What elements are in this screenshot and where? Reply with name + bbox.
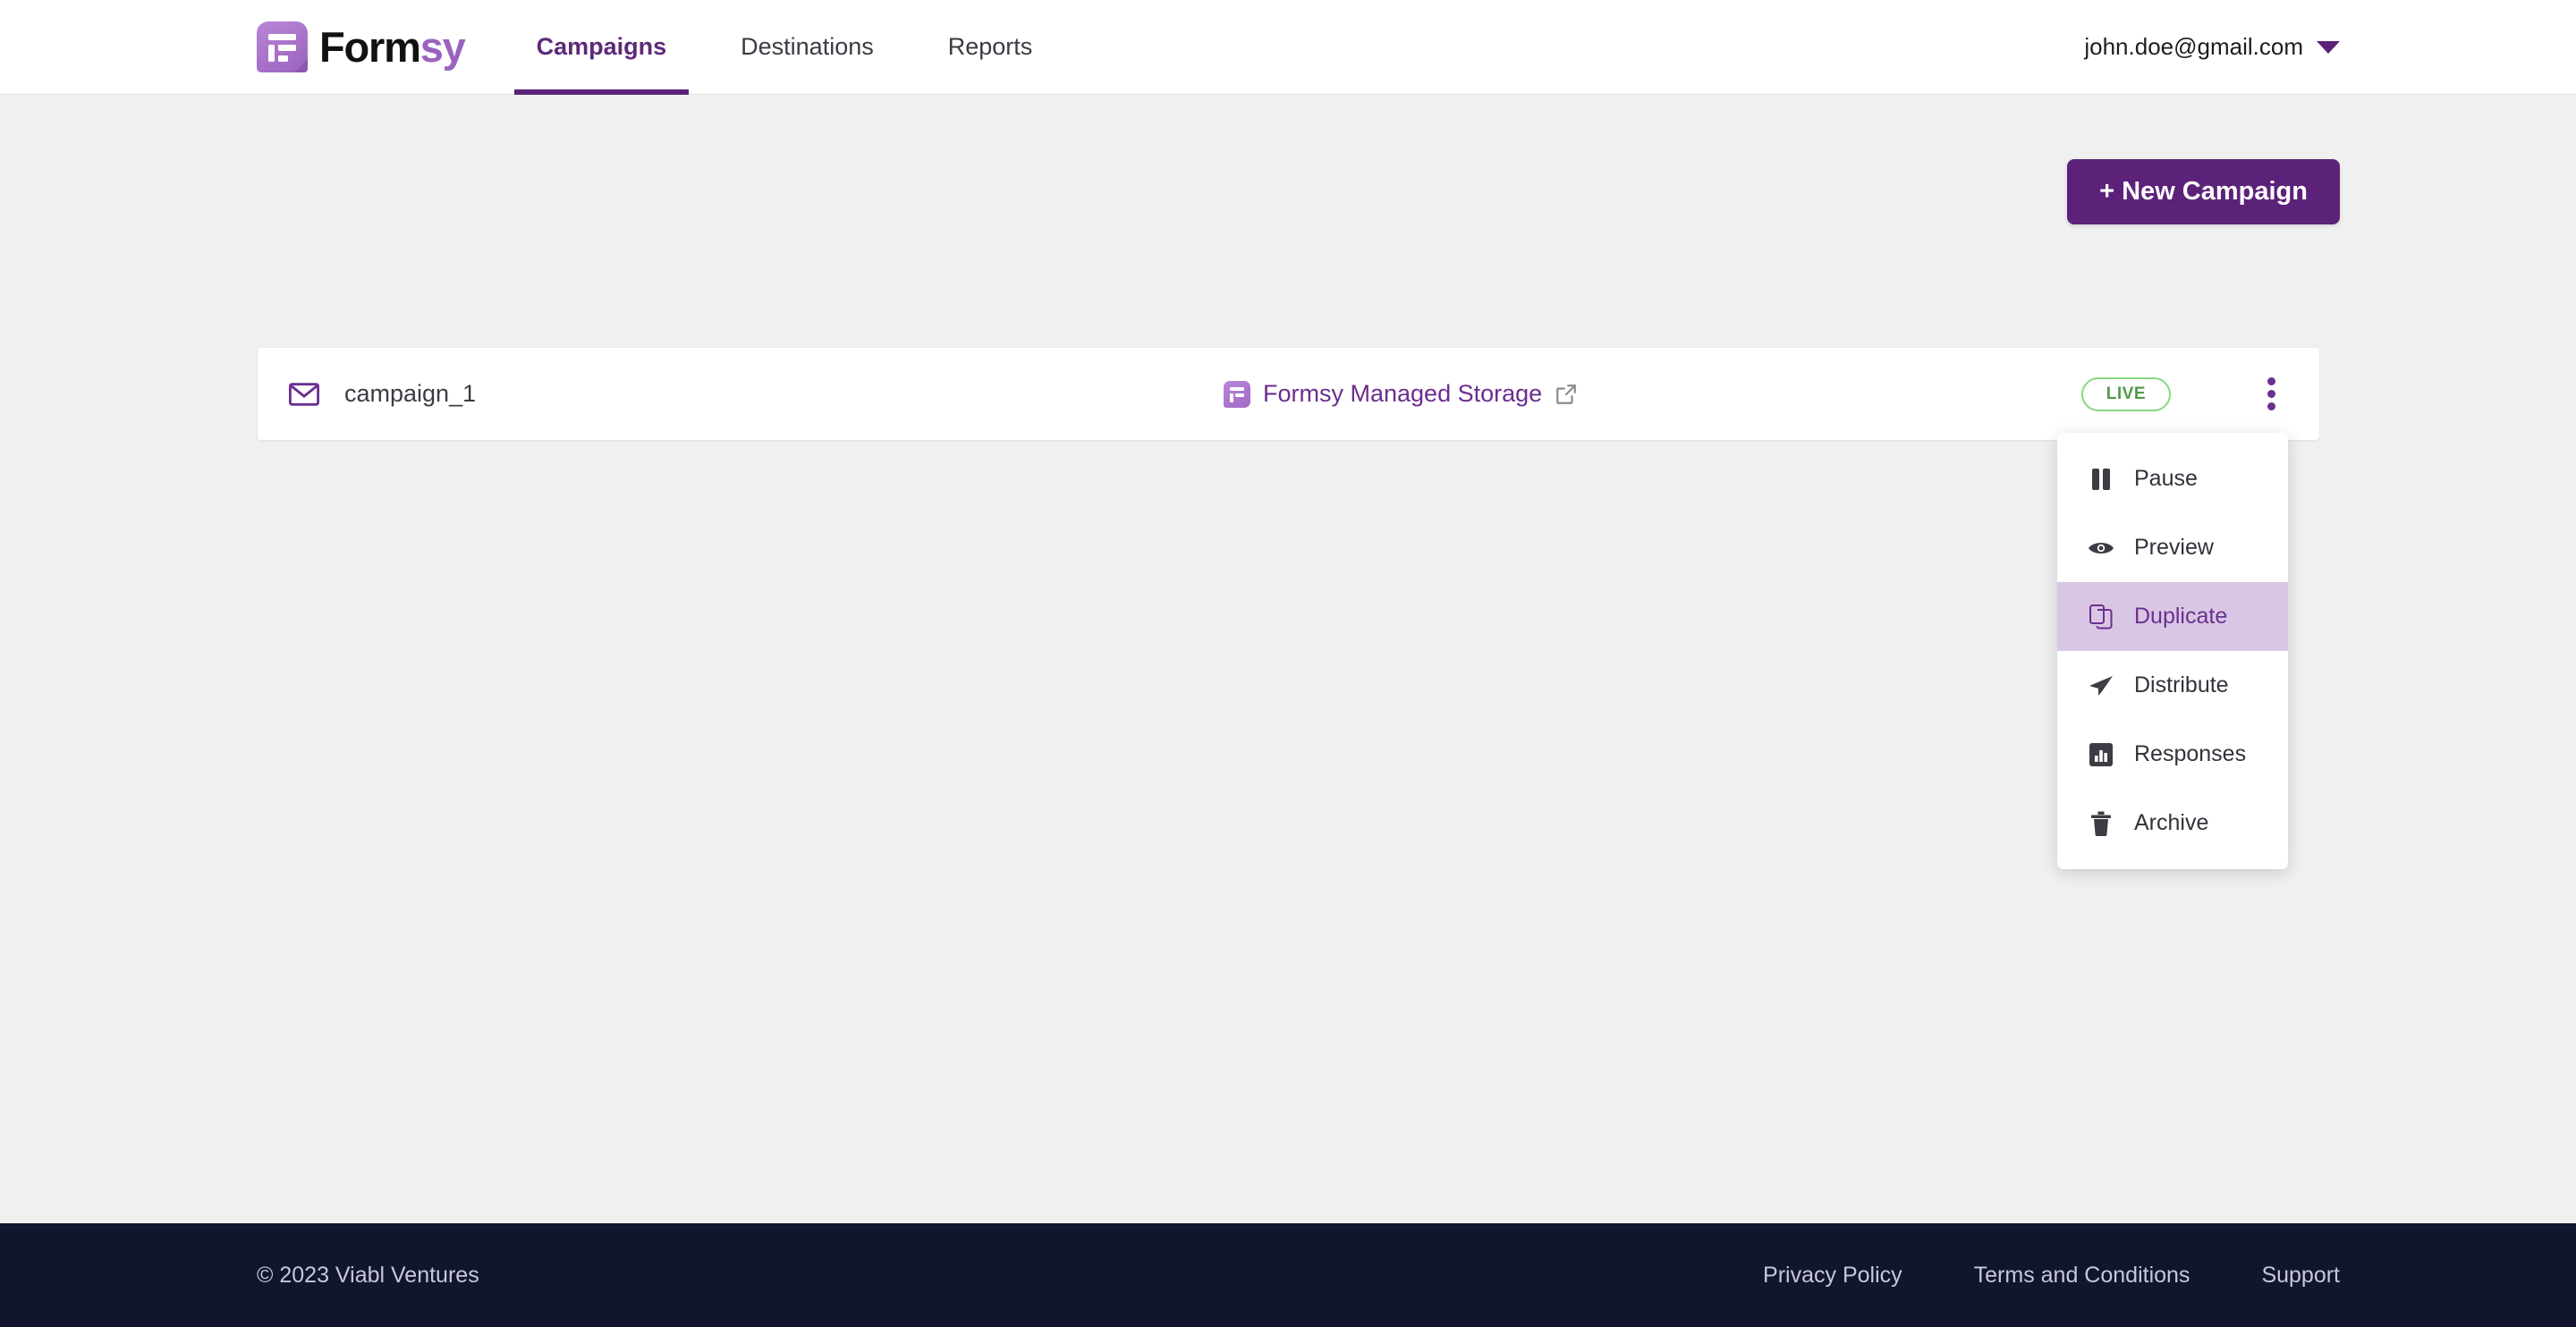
campaigns-toolbar: + New Campaign: [0, 95, 2576, 224]
menu-item-distribute-label: Distribute: [2134, 672, 2229, 697]
status-badge: LIVE: [2080, 376, 2171, 411]
app-header: Formsy Campaigns Destinations Reports jo…: [0, 0, 2576, 95]
menu-item-distribute[interactable]: Distribute: [2057, 651, 2288, 720]
menu-item-archive-label: Archive: [2134, 810, 2209, 835]
menu-item-archive[interactable]: Archive: [2057, 789, 2288, 858]
footer-link-terms-and-conditions[interactable]: Terms and Conditions: [1974, 1263, 2190, 1289]
menu-item-duplicate-label: Duplicate: [2134, 604, 2228, 629]
menu-item-preview[interactable]: Preview: [2057, 513, 2288, 582]
formsy-logo-icon: [1224, 380, 1250, 408]
kebab-menu-icon[interactable]: [2251, 375, 2291, 414]
brand-logo[interactable]: Formsy: [257, 21, 466, 72]
main-content: + New Campaign campaign_1 Formsy Managed…: [0, 95, 2576, 1223]
campaign-name-cell: campaign_1: [289, 380, 1183, 408]
user-email-label: john.doe@gmail.com: [2084, 33, 2303, 60]
user-account-menu[interactable]: john.doe@gmail.com: [2084, 33, 2340, 61]
copyright-label: © 2023 Viabl Ventures: [257, 1262, 479, 1288]
paper-plane-icon: [2088, 672, 2114, 699]
storage-label: Formsy Managed Storage: [1263, 380, 1543, 407]
bar-chart-icon: [2088, 741, 2114, 768]
menu-item-responses-label: Responses: [2134, 741, 2247, 766]
menu-item-preview-label: Preview: [2134, 535, 2214, 560]
campaign-name-label: campaign_1: [344, 380, 477, 407]
campaign-row[interactable]: campaign_1 Formsy Managed Storage LIVE: [258, 348, 2319, 440]
footer-link-support[interactable]: Support: [2261, 1263, 2340, 1289]
nav-item-destinations-label: Destinations: [741, 33, 874, 60]
footer-link-privacy-policy[interactable]: Privacy Policy: [1763, 1263, 1902, 1289]
campaign-storage-link[interactable]: Formsy Managed Storage: [1224, 380, 1578, 408]
footer-links: Privacy Policy Terms and Conditions Supp…: [1763, 1263, 2340, 1289]
pause-icon: [2088, 466, 2114, 493]
nav-item-campaigns[interactable]: Campaigns: [513, 0, 690, 95]
brand-wordmark: Formsy: [319, 23, 466, 71]
menu-item-responses[interactable]: Responses: [2057, 720, 2288, 789]
copy-icon: [2088, 604, 2114, 630]
eye-icon: [2088, 535, 2114, 562]
primary-nav: Campaigns Destinations Reports: [513, 0, 1085, 95]
brand-wordmark-accent: sy: [419, 23, 466, 71]
formsy-logo-icon: [257, 21, 308, 72]
new-campaign-button[interactable]: + New Campaign: [2067, 159, 2340, 224]
app-root: Formsy Campaigns Destinations Reports jo…: [0, 0, 2576, 1327]
chevron-down-icon: [2317, 40, 2340, 54]
mail-icon: [289, 382, 319, 406]
nav-item-destinations[interactable]: Destinations: [718, 0, 896, 95]
brand-wordmark-primary: Form: [319, 23, 421, 71]
nav-item-reports[interactable]: Reports: [926, 0, 1055, 95]
campaign-row-actions: LIVE: [2080, 375, 2291, 414]
menu-item-duplicate[interactable]: Duplicate: [2057, 582, 2288, 651]
menu-item-pause[interactable]: Pause: [2057, 444, 2288, 513]
campaign-context-menu: Pause Preview Duplicate Distribute Respo…: [2057, 433, 2288, 869]
nav-item-campaigns-label: Campaigns: [536, 33, 667, 60]
menu-item-pause-label: Pause: [2134, 466, 2198, 491]
trash-icon: [2088, 810, 2114, 837]
nav-item-reports-label: Reports: [947, 33, 1033, 60]
external-link-icon: [1556, 384, 1576, 404]
app-footer: © 2023 Viabl Ventures Privacy Policy Ter…: [0, 1223, 2576, 1327]
